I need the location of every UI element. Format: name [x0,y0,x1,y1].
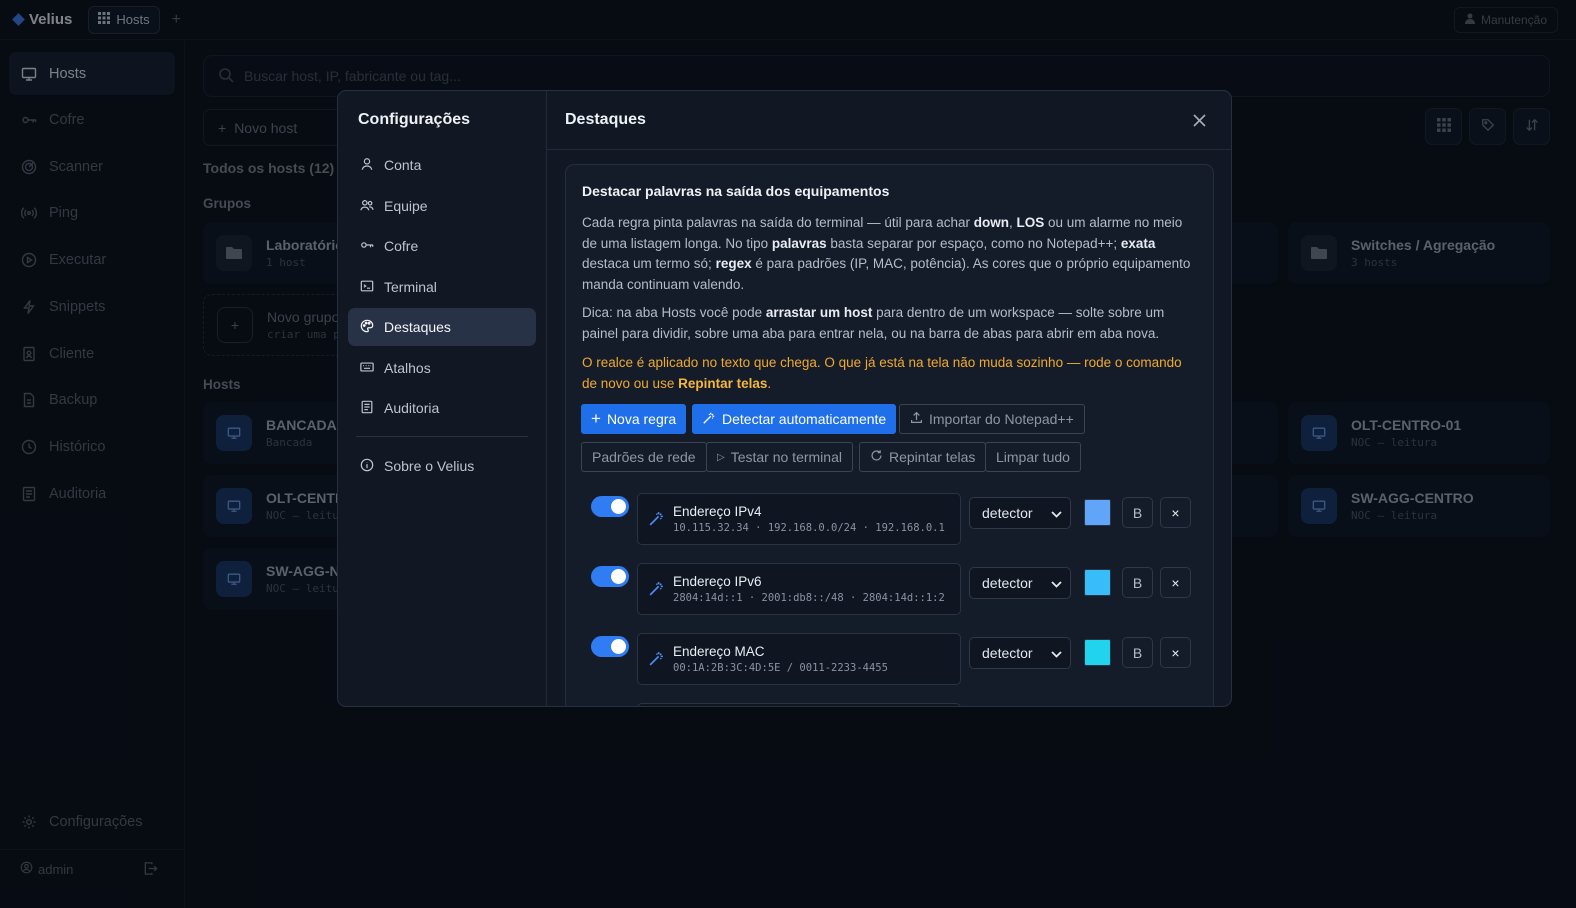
rule-name: Endereço IPv6 [673,574,762,589]
button-label: Padrões de rede [592,449,696,465]
chevron-down-icon [1051,575,1062,591]
settings-modal: Configurações Conta Equipe Cofre Termina… [337,90,1232,707]
rule-bold-toggle[interactable]: B [1122,567,1153,598]
user-icon [360,157,374,174]
nav-label: Destaques [384,319,451,335]
rule-row[interactable]: Endereço MAC 00:1A:2B:3C:4D:5E / 0011-22… [637,633,961,685]
clear-all-button[interactable]: Limpar tudo [985,442,1081,472]
rule-enabled-toggle[interactable] [591,496,629,517]
button-label: Nova regra [606,411,677,427]
rule-bold-toggle[interactable]: B [1122,497,1153,528]
rule-name: Endereço IPv4 [673,504,762,519]
nav-label: Auditoria [384,400,440,416]
rule-sample: 2804:14d::1 · 2001:db8::/48 · 2804:14d::… [673,592,945,604]
select-value: detector [982,505,1033,521]
terminal-icon [360,279,374,296]
rule-delete-button[interactable]: × [1160,567,1191,598]
import-notepadpp-button[interactable]: Importar do Notepad++ [899,404,1085,434]
settings-nav-sobre[interactable]: Sobre o Velius [348,447,536,485]
rule-enabled-toggle[interactable] [591,636,629,657]
settings-nav-terminal[interactable]: Terminal [348,268,536,306]
select-value: detector [982,645,1033,661]
settings-nav-title: Configurações [358,111,471,128]
settings-nav-conta[interactable]: Conta [348,146,536,184]
rule-color-swatch[interactable] [1084,639,1111,666]
rule-delete-button[interactable]: × [1160,497,1191,528]
play-icon: ▷ [717,451,725,463]
rule-row[interactable]: Endereço IPv6 2804:14d::1 · 2001:db8::/4… [637,563,961,615]
info-icon [360,458,374,475]
rule-color-swatch[interactable] [1084,569,1111,596]
users-icon [360,198,374,215]
wand-icon [648,650,665,670]
settings-nav: Configurações Conta Equipe Cofre Termina… [338,91,547,706]
button-label: Importar do Notepad++ [929,411,1074,427]
button-label: Testar no terminal [730,449,842,465]
chevron-down-icon [1051,645,1062,661]
nav-label: Equipe [384,198,428,214]
button-label: Repintar telas [889,449,976,465]
panel-heading: Destacar palavras na saída dos equipamen… [582,183,890,199]
repaint-screens-button[interactable]: Repintar telas [859,442,987,472]
new-rule-button[interactable]: + Nova regra [581,404,687,434]
close-icon: × [1171,574,1180,591]
highlights-panel: Destacar palavras na saída dos equipamen… [565,164,1214,706]
rule-type-select[interactable]: detector [969,497,1071,529]
tip-text: Dica: na aba Hosts você pode arrastar um… [582,305,1165,341]
warning-text: O realce é aplicado no texto que chega. … [582,355,1182,391]
rule-type-select[interactable]: detector [969,637,1071,669]
network-defaults-button[interactable]: Padrões de rede [581,442,707,472]
rule-delete-button[interactable]: × [1160,637,1191,668]
close-icon: × [1171,644,1180,661]
rule-row[interactable] [637,703,961,706]
settings-nav-destaques[interactable]: Destaques [348,308,536,346]
refresh-icon [870,449,883,465]
rule-sample: 10.115.32.34 · 192.168.0.0/24 · 192.168.… [673,522,945,534]
close-icon: × [1171,504,1180,521]
list-icon [360,400,374,417]
close-icon [1192,114,1206,130]
button-label: Detectar automaticamente [722,411,887,427]
rule-name: Endereço MAC [673,644,765,659]
rule-color-swatch[interactable] [1084,499,1111,526]
divider [547,149,1231,150]
plus-icon: + [591,409,601,428]
settings-nav-atalhos[interactable]: Atalhos [348,349,536,387]
nav-label: Conta [384,157,422,173]
key-icon [360,238,374,255]
wand-icon [648,510,665,530]
rule-enabled-toggle[interactable] [591,566,629,587]
rule-sample: 00:1A:2B:3C:4D:5E / 0011-2233-4455 [673,662,888,674]
palette-icon [360,319,374,336]
close-button[interactable] [1184,107,1214,137]
button-label: Limpar tudo [996,449,1070,465]
auto-detect-button[interactable]: Detectar automaticamente [692,404,897,434]
upload-icon [910,411,923,427]
nav-label: Cofre [384,238,419,254]
select-value: detector [982,575,1033,591]
wand-icon [702,411,716,428]
rule-row[interactable]: Endereço IPv4 10.115.32.34 · 192.168.0.0… [637,493,961,545]
nav-label: Sobre o Velius [384,458,475,474]
rule-bold-toggle[interactable]: B [1122,637,1153,668]
settings-nav-cofre[interactable]: Cofre [348,227,536,265]
keyboard-icon [360,360,374,377]
settings-section-title: Destaques [565,111,646,128]
test-terminal-button[interactable]: ▷ Testar no terminal [706,442,853,472]
description-text: Cada regra pinta palavras na saída do te… [582,215,1191,292]
rule-type-select[interactable]: detector [969,567,1071,599]
wand-icon [648,580,665,600]
nav-label: Atalhos [384,360,431,376]
settings-nav-equipe[interactable]: Equipe [348,187,536,225]
chevron-down-icon [1051,505,1062,521]
nav-label: Terminal [384,279,437,295]
settings-nav-auditoria[interactable]: Auditoria [348,389,536,427]
divider [356,436,528,437]
settings-content: Destaques Destacar palavras na saída dos… [547,91,1231,706]
